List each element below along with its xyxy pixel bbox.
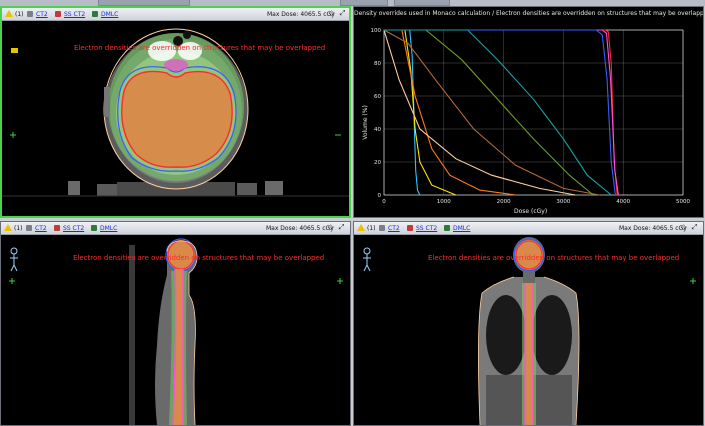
max-dose-readout: Max Dose: 4065.5 cGy [266, 225, 334, 232]
maximize-icon[interactable]: ⤢ [339, 10, 346, 17]
fraction-indicator: (1) [15, 11, 24, 18]
dvh-chart: 0204060801000 1000 2000 3000 4000 5000 [371, 28, 691, 205]
sagittal-image-viewport[interactable]: Electron densities are overridden on str… [1, 235, 350, 425]
axial-toolbar: (1) CT2 SS CT2 DMLC Max Dose: 4065.5 cGy… [2, 8, 349, 21]
coronal-image-viewport[interactable]: Electron densities are overridden on str… [354, 235, 703, 425]
coronal-toolbar: (1) CT2 SS CT2 DMLC Max Dose: 4065.5 cGy… [354, 222, 703, 235]
link-icon[interactable] [27, 11, 33, 17]
fraction-indicator: (1) [14, 225, 23, 232]
dvh-xtick-label: 1000 [437, 199, 451, 205]
series-ct-link[interactable]: CT2 [36, 11, 48, 18]
link-icon[interactable] [379, 225, 385, 231]
series-ct-link[interactable]: CT2 [35, 225, 47, 232]
dvh-ylabel: Volume (%) [361, 105, 369, 140]
series-ct-link[interactable]: CT2 [388, 225, 400, 232]
axial-view-panel[interactable]: (1) CT2 SS CT2 DMLC Max Dose: 4065.5 cGy… [0, 6, 351, 218]
series-ss-link[interactable]: SS CT2 [63, 225, 84, 232]
dvh-xtick-label: 2000 [497, 199, 511, 205]
dvh-xtick-label: 4000 [616, 199, 630, 205]
series-plan-link[interactable]: DMLC [100, 225, 117, 232]
dvh-panel[interactable]: Density overrides used in Monaco calcula… [353, 6, 704, 218]
coronal-ct-image [363, 237, 696, 425]
series-ss-link[interactable]: SS CT2 [416, 225, 437, 232]
warning-icon[interactable] [357, 224, 365, 231]
series-plan-link[interactable]: DMLC [453, 225, 470, 232]
series-plan-link[interactable]: DMLC [101, 11, 118, 18]
dvh-chart-area[interactable]: Density overrides used in Monaco calcula… [354, 7, 703, 217]
axial-image-viewport[interactable]: Electron densities are overridden on str… [2, 21, 349, 216]
max-dose-readout: Max Dose: 4065.5 cGy [619, 225, 687, 232]
dvh-ytick-label: 100 [371, 28, 382, 34]
sagittal-view-panel[interactable]: (1) CT2 SS CT2 DMLC Max Dose: 4065.5 cGy… [0, 221, 351, 426]
dvh-ytick-label: 80 [374, 61, 381, 67]
plan-icon[interactable] [444, 225, 450, 231]
warning-icon[interactable] [5, 10, 13, 17]
maximize-icon[interactable]: ⤢ [338, 224, 345, 231]
plan-icon[interactable] [92, 11, 98, 17]
options-icon[interactable]: ◇ [327, 224, 334, 231]
dvh-xlabel: Dose (cGy) [514, 208, 548, 215]
maximize-icon[interactable]: ⤢ [691, 224, 698, 231]
series-ss-link[interactable]: SS CT2 [64, 11, 85, 18]
density-override-message: Electron densities are overridden on str… [74, 44, 326, 52]
sagittal-toolbar: (1) CT2 SS CT2 DMLC Max Dose: 4065.5 cGy… [1, 222, 350, 235]
max-dose-readout: Max Dose: 4065.5 cGy [267, 11, 335, 18]
dvh-xtick-label: 0 [382, 199, 386, 205]
structure-set-icon[interactable] [407, 225, 413, 231]
warning-icon[interactable] [4, 224, 12, 231]
options-icon[interactable]: ◇ [680, 224, 687, 231]
dvh-ytick-label: 40 [374, 127, 381, 133]
coronal-view-panel[interactable]: (1) CT2 SS CT2 DMLC Max Dose: 4065.5 cGy… [353, 221, 704, 426]
dvh-plot-frame [383, 29, 684, 196]
link-icon[interactable] [26, 225, 32, 231]
dvh-ytick-label: 0 [378, 193, 382, 199]
density-override-message: Electron densities are overridden on str… [428, 254, 680, 262]
options-icon[interactable]: ◇ [328, 10, 335, 17]
structure-set-icon[interactable] [55, 11, 61, 17]
dvh-xtick-label: 5000 [676, 199, 690, 205]
structure-set-icon[interactable] [54, 225, 60, 231]
dvh-ytick-label: 20 [374, 160, 381, 166]
dvh-xtick-label: 3000 [556, 199, 570, 205]
dvh-ytick-label: 60 [374, 94, 381, 100]
fraction-indicator: (1) [367, 225, 376, 232]
density-override-message: Electron densities are overridden on str… [73, 254, 325, 262]
plan-icon[interactable] [91, 225, 97, 231]
sagittal-ct-image [9, 238, 343, 425]
